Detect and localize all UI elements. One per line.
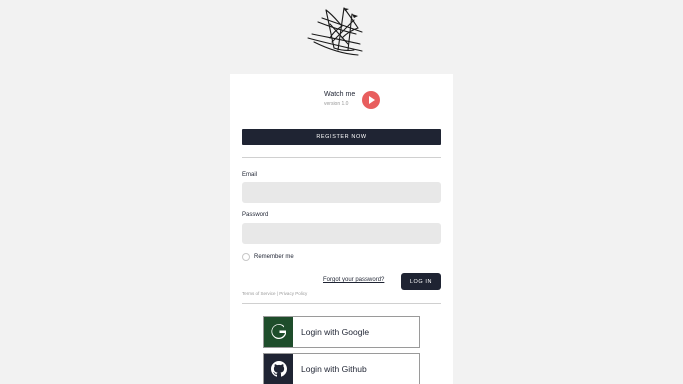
divider: [242, 303, 441, 304]
github-login-label: Login with Github: [301, 364, 367, 374]
google-g-icon: [264, 317, 293, 347]
ship-logo-icon: [307, 7, 363, 56]
remember-me-checkbox[interactable]: [242, 253, 250, 261]
watch-me-title: Watch me: [324, 91, 356, 98]
log-in-button[interactable]: LOG IN: [401, 273, 441, 290]
login-with-google-button[interactable]: Login with Google: [263, 316, 420, 348]
login-card: Watch me version 1.0 REGISTER NOW Email …: [230, 74, 453, 384]
divider: [242, 157, 441, 158]
password-field[interactable]: [242, 223, 441, 244]
email-field[interactable]: [242, 182, 441, 203]
legal-links: Terms of Service | Privacy Policy: [242, 291, 307, 296]
remember-me-label: Remember me: [254, 254, 294, 260]
terms-link[interactable]: Terms of Service: [242, 291, 276, 296]
register-now-button[interactable]: REGISTER NOW: [242, 129, 441, 145]
password-label: Password: [242, 212, 269, 218]
play-icon[interactable]: [362, 91, 380, 109]
privacy-link[interactable]: Privacy Policy: [279, 291, 307, 296]
google-login-label: Login with Google: [301, 327, 370, 337]
email-label: Email: [242, 172, 258, 178]
login-with-github-button[interactable]: Login with Github: [263, 353, 420, 384]
github-icon: [264, 354, 293, 384]
version-label: version 1.0: [324, 101, 349, 107]
remember-me-row: Remember me: [242, 253, 294, 261]
forgot-password-link[interactable]: Forgot your password?: [323, 277, 384, 283]
